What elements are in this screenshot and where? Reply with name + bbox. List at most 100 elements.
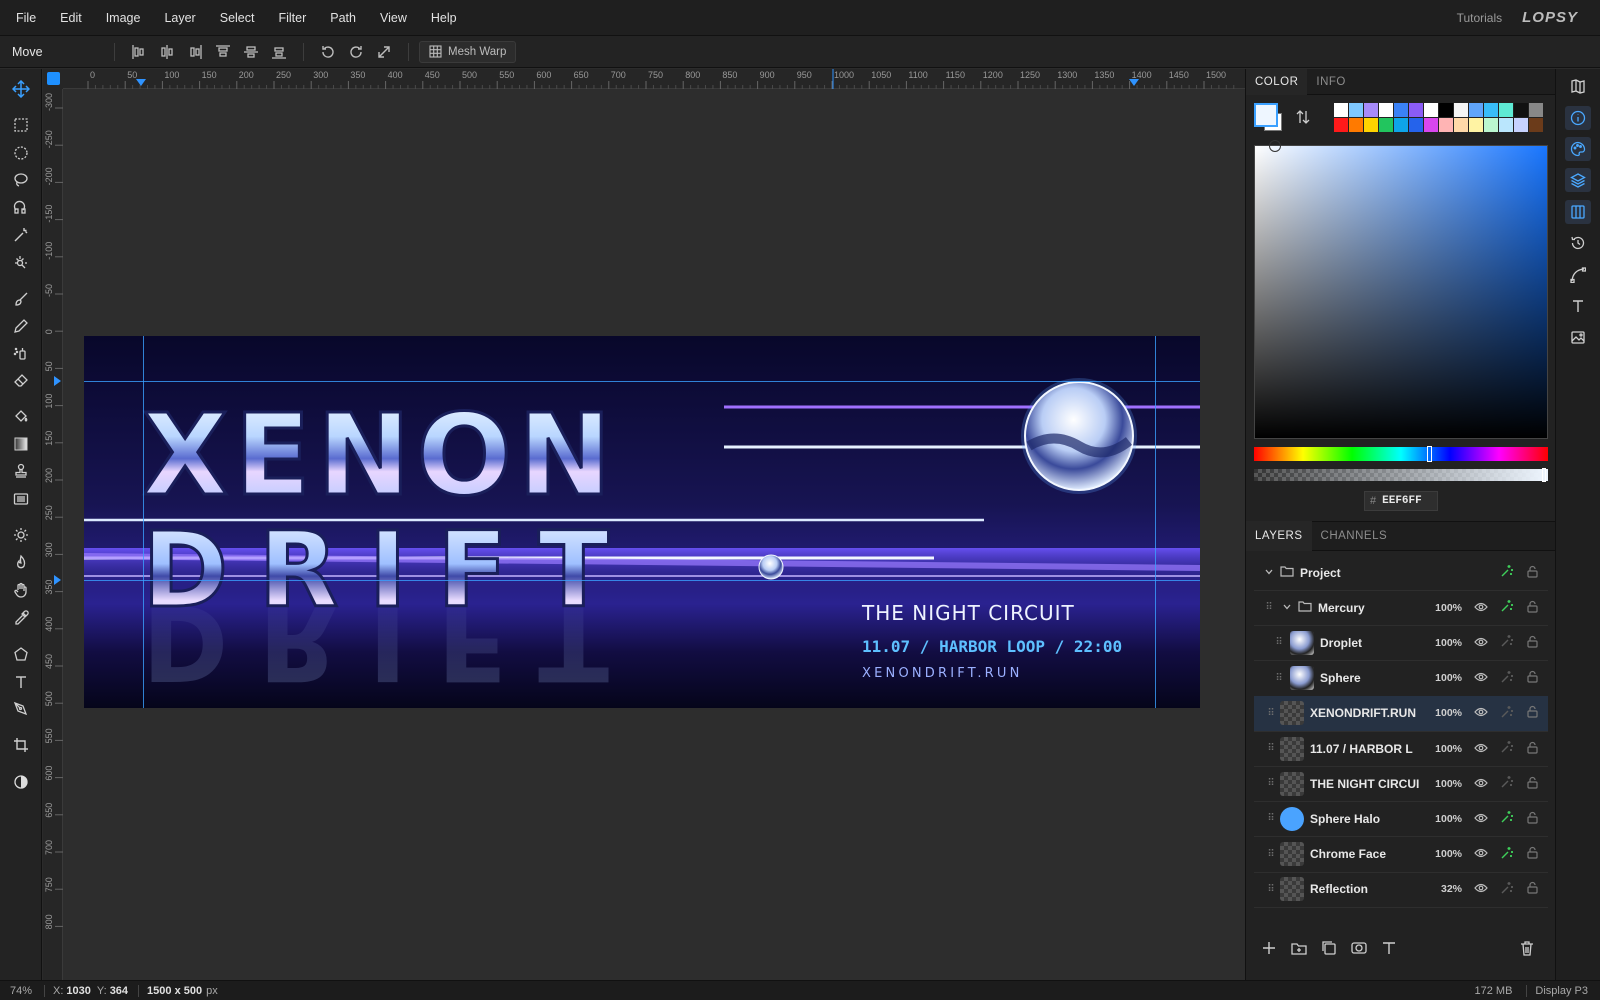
color-swatch[interactable] <box>1424 103 1438 117</box>
visibility-eye-icon[interactable] <box>1474 847 1488 861</box>
color-swatch[interactable] <box>1514 103 1528 117</box>
color-swatch[interactable] <box>1484 103 1498 117</box>
visibility-eye-icon[interactable] <box>1474 706 1488 720</box>
rotate-cw-icon[interactable] <box>342 40 370 64</box>
effects-icon[interactable] <box>1500 670 1514 687</box>
menu-path[interactable]: Path <box>318 11 368 25</box>
crop-icon[interactable] <box>7 733 35 757</box>
menu-filter[interactable]: Filter <box>266 11 318 25</box>
artboard[interactable]: DRIFT XENON DRIFT THE NIGHT CIRCUIT 11.0… <box>84 336 1200 708</box>
color-swatch[interactable] <box>1424 118 1438 132</box>
color-swatch[interactable] <box>1439 103 1453 117</box>
layer-row[interactable]: ⠿ Sphere Halo 100% <box>1254 801 1548 838</box>
brush-icon[interactable] <box>7 287 35 311</box>
menu-file[interactable]: File <box>0 11 48 25</box>
layer-opacity[interactable]: 100% <box>1435 848 1462 860</box>
history-icon[interactable] <box>1565 231 1591 255</box>
align-hcenter-icon[interactable] <box>153 40 181 64</box>
color-swatch[interactable] <box>1349 103 1363 117</box>
layer-row[interactable]: ⠿ Chrome Face 100% <box>1254 837 1548 873</box>
effects-icon[interactable] <box>1500 846 1514 863</box>
guide-horizontal[interactable] <box>84 381 1200 382</box>
bucket-icon[interactable] <box>7 404 35 428</box>
drag-handle-icon[interactable]: ⠿ <box>1266 708 1276 719</box>
guide-marker[interactable] <box>54 575 61 585</box>
pencil-icon[interactable] <box>7 314 35 338</box>
hue-slider-handle[interactable] <box>1427 446 1432 462</box>
color-picker-handle[interactable] <box>1269 140 1281 152</box>
mask-icon[interactable] <box>1350 939 1368 960</box>
expand-chevron-icon[interactable] <box>1282 601 1292 615</box>
eraser-icon[interactable] <box>7 368 35 392</box>
swap-colors-icon[interactable] <box>1296 109 1310 128</box>
drag-handle-icon[interactable]: ⠿ <box>1266 743 1276 754</box>
layer-row[interactable]: ⠿ Sphere 100% <box>1254 661 1548 697</box>
drag-handle-icon[interactable]: ⠿ <box>1266 884 1276 895</box>
layer-opacity[interactable]: 100% <box>1435 672 1462 684</box>
character-icon[interactable] <box>1565 294 1591 318</box>
layers-icon[interactable] <box>1565 168 1591 192</box>
mesh-warp-button[interactable]: Mesh Warp <box>419 40 517 63</box>
lock-icon[interactable] <box>1527 776 1538 792</box>
guide-marker[interactable] <box>1129 79 1139 86</box>
add-layer-icon[interactable] <box>1260 939 1278 960</box>
align-left-icon[interactable] <box>125 40 153 64</box>
drag-handle-icon[interactable]: ⠿ <box>1266 849 1276 860</box>
delete-layer-icon[interactable] <box>1518 939 1536 960</box>
polygon-icon[interactable] <box>7 642 35 666</box>
lock-icon[interactable] <box>1527 846 1538 862</box>
spray-icon[interactable] <box>7 341 35 365</box>
color-swatch[interactable] <box>1379 103 1393 117</box>
color-swatch[interactable] <box>1454 103 1468 117</box>
hand-icon[interactable] <box>7 578 35 602</box>
layer-row[interactable]: ⠿ Mercury 100% <box>1254 590 1548 627</box>
info-icon[interactable] <box>1565 106 1591 130</box>
layer-opacity[interactable]: 100% <box>1435 602 1462 614</box>
color-swatch[interactable] <box>1334 118 1348 132</box>
color-swatch[interactable] <box>1454 118 1468 132</box>
color-swatch[interactable] <box>1469 118 1483 132</box>
drag-handle-icon[interactable]: ⠿ <box>1266 813 1276 824</box>
duplicate-layer-icon[interactable] <box>1320 939 1338 960</box>
zoom-level[interactable]: 74% <box>0 985 44 997</box>
effects-icon[interactable] <box>1500 599 1514 616</box>
align-bottom-icon[interactable] <box>265 40 293 64</box>
color-swatch[interactable] <box>1394 103 1408 117</box>
visibility-eye-icon[interactable] <box>1474 601 1488 615</box>
palette-icon[interactable] <box>1565 137 1591 161</box>
effects-icon[interactable] <box>1500 634 1514 651</box>
lock-icon[interactable] <box>1527 881 1538 897</box>
lasso-icon[interactable] <box>7 168 35 192</box>
color-swatch[interactable] <box>1409 118 1423 132</box>
add-text-layer-icon[interactable] <box>1380 939 1398 960</box>
gradient-icon[interactable] <box>7 432 35 456</box>
magic-wand-icon[interactable] <box>7 223 35 247</box>
text-tool-icon[interactable] <box>7 670 35 694</box>
lock-icon[interactable] <box>1527 705 1538 721</box>
effects-icon[interactable] <box>1500 564 1514 581</box>
layer-row-partial[interactable] <box>1254 907 1548 917</box>
layer-opacity[interactable]: 100% <box>1435 743 1462 755</box>
hex-input[interactable]: # EEF6FF <box>1364 491 1438 511</box>
color-swatch[interactable] <box>1394 118 1408 132</box>
visibility-eye-icon[interactable] <box>1474 636 1488 650</box>
guide-marker[interactable] <box>136 79 146 86</box>
lock-icon[interactable] <box>1527 600 1538 616</box>
color-swatch[interactable] <box>1439 118 1453 132</box>
magnetic-lasso-icon[interactable] <box>7 195 35 219</box>
canvas-area[interactable]: DRIFT XENON DRIFT THE NIGHT CIRCUIT 11.0… <box>63 89 1245 980</box>
saturation-value-field[interactable] <box>1254 140 1548 439</box>
drag-handle-icon[interactable]: ⠿ <box>1264 602 1274 613</box>
guide-vertical[interactable] <box>1155 336 1156 708</box>
layer-opacity[interactable]: 100% <box>1435 707 1462 719</box>
guide-marker[interactable] <box>54 376 61 386</box>
guide-horizontal[interactable] <box>84 580 1200 581</box>
color-swatch[interactable] <box>1499 103 1513 117</box>
eyedropper-icon[interactable] <box>7 606 35 630</box>
effects-icon[interactable] <box>1500 775 1514 792</box>
ruler-top[interactable]: 0 50 100 150 200 250 300 350 400 450 500 550 600 650 7… <box>63 69 1245 89</box>
contrast-icon[interactable] <box>7 770 35 794</box>
color-swatch[interactable] <box>1484 118 1498 132</box>
menu-view[interactable]: View <box>368 11 419 25</box>
image-adjust-icon[interactable] <box>1565 325 1591 349</box>
